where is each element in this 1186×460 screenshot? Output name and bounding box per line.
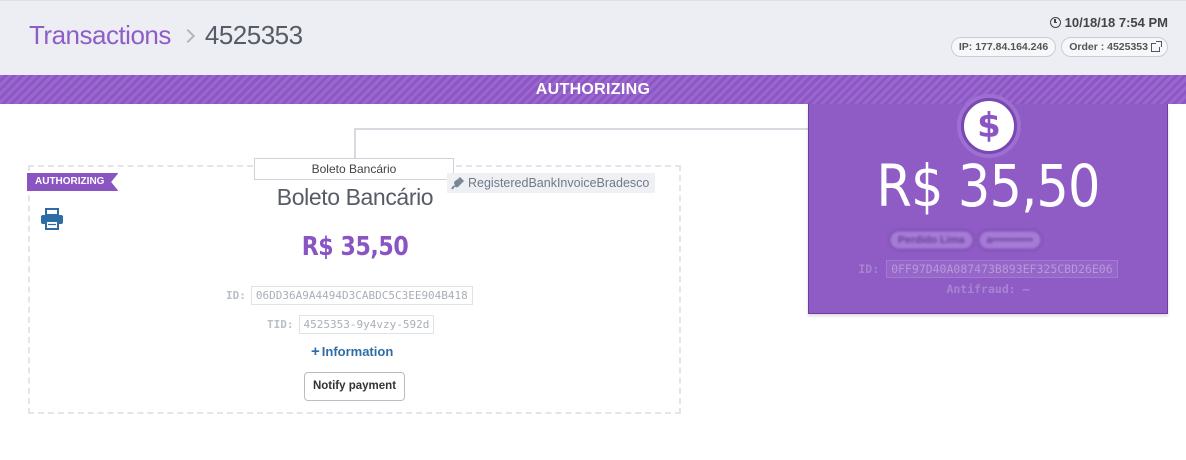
gateway-name: RegisteredBankInvoiceBradesco <box>468 176 650 190</box>
customer-tags: Perdido Lima a••••••••••• <box>889 230 1042 250</box>
payment-tid-label: TID: <box>267 318 294 331</box>
customer-name-tag: Perdido Lima <box>889 230 974 250</box>
printer-icon[interactable] <box>40 208 64 230</box>
information-link[interactable]: + Information <box>311 343 393 360</box>
order-text: Order : 4525353 <box>1069 41 1148 53</box>
amount-summary-card: $ R$ 35,50 Perdido Lima a••••••••••• ID:… <box>808 94 1168 314</box>
chevron-right-icon <box>180 28 195 43</box>
ip-text: IP: 177.84.164.246 <box>958 41 1049 53</box>
transaction-id-row: ID: 0FF97D40A087473B893EF325CBD26E06 <box>809 260 1167 278</box>
payment-method-title: Boleto Bancário <box>276 184 434 210</box>
transaction-id-value: 0FF97D40A087473B893EF325CBD26E06 <box>886 260 1118 278</box>
payment-amount: R$ 35,50 <box>301 232 409 262</box>
payment-method-label: Boleto Bancário <box>254 158 454 180</box>
plus-icon: + <box>311 343 320 360</box>
antifraud-value: – <box>1022 282 1030 296</box>
plug-icon <box>451 177 464 190</box>
payment-tid-row: TID: 4525353-9y4vzy-592d <box>267 315 435 334</box>
flow-connector <box>354 128 810 130</box>
breadcrumb: Transactions 4525353 <box>29 20 303 51</box>
ip-badge: IP: 177.84.164.246 <box>950 37 1057 57</box>
dollar-icon: $ <box>961 98 1017 154</box>
datetime-text: 10/18/18 7:54 PM <box>1064 15 1168 30</box>
order-link[interactable]: Order : 4525353 <box>1061 37 1168 57</box>
transaction-id-label: ID: <box>858 262 880 276</box>
dollar-badge: $ <box>957 94 1021 158</box>
customer-email-tag: a••••••••••• <box>977 230 1042 250</box>
transaction-datetime: 10/18/18 7:54 PM <box>951 15 1168 30</box>
gateway-tag: RegisteredBankInvoiceBradesco <box>447 173 656 193</box>
payment-status-ribbon: AUTHORIZING <box>27 173 119 191</box>
antifraud-label: Antifraud: <box>946 282 1016 296</box>
page-header: Transactions 4525353 10/18/18 7:54 PM IP… <box>0 0 1186 75</box>
breadcrumb-current: 4525353 <box>204 20 303 50</box>
clock-icon <box>1049 17 1061 28</box>
payment-id-label: ID: <box>226 289 246 302</box>
total-amount: R$ 35,50 <box>876 152 1100 220</box>
external-link-icon <box>1151 40 1162 52</box>
breadcrumb-transactions-link[interactable]: Transactions <box>29 20 171 51</box>
information-link-text: Information <box>321 344 394 359</box>
notify-payment-button[interactable]: Notify payment <box>304 372 405 401</box>
header-meta: 10/18/18 7:54 PM IP: 177.84.164.246 Orde… <box>950 15 1168 57</box>
payment-tid-value: 4525353-9y4vzy-592d <box>298 315 435 334</box>
antifraud-row: Antifraud: – <box>809 282 1167 296</box>
flow-connector-vertical <box>354 128 356 158</box>
payment-id-value: 06DD36A9A4494D3CABDC5C3EE904B418 <box>250 286 473 305</box>
header-pills: IP: 177.84.164.246 Order : 4525353 <box>950 37 1168 57</box>
payment-id-row: ID: 06DD36A9A4494D3CABDC5C3EE904B418 <box>226 286 473 305</box>
